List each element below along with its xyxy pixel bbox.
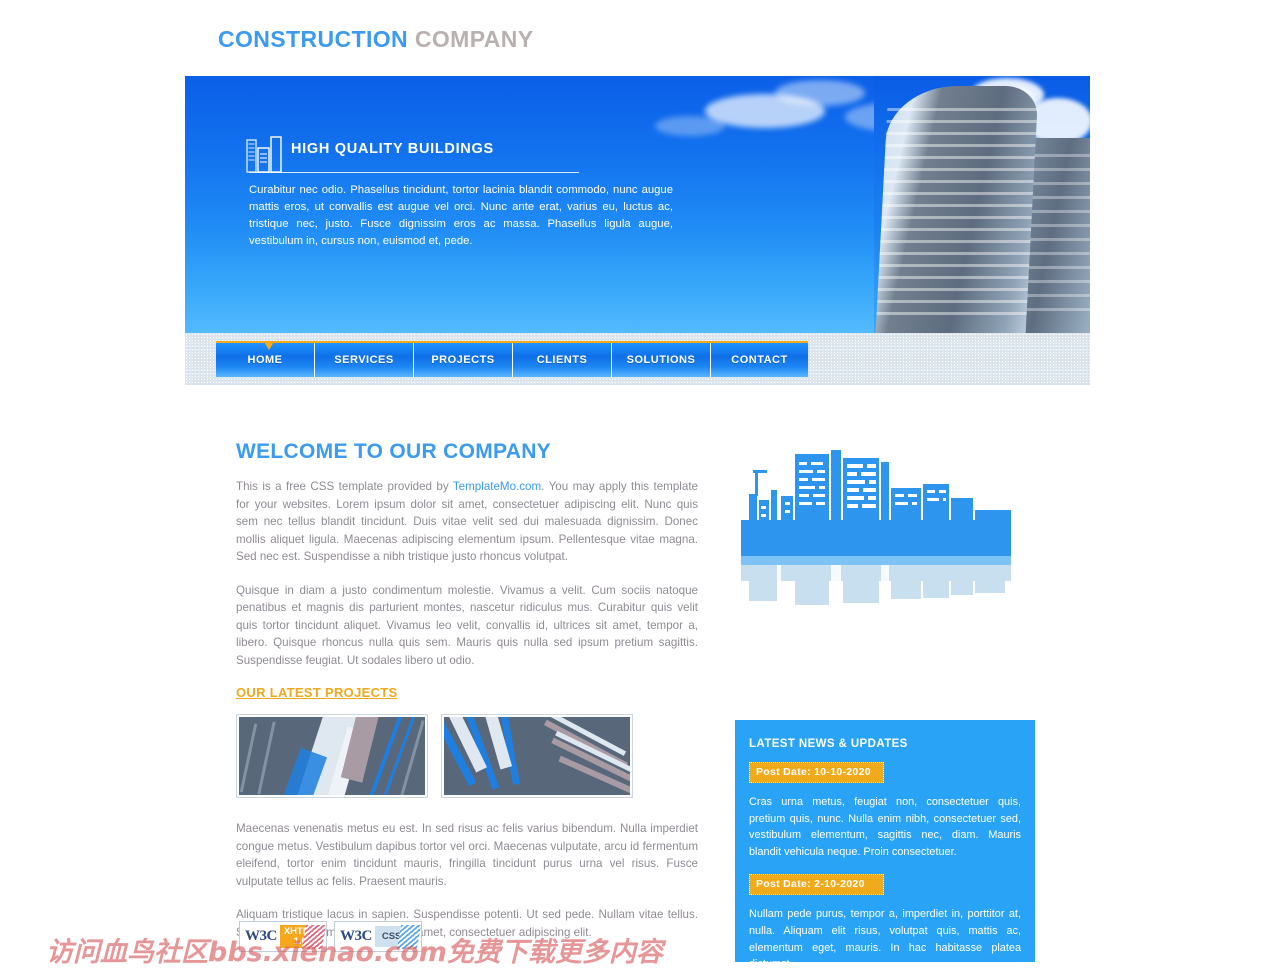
building-icon: [246, 136, 282, 173]
nav-item-solutions[interactable]: SOLUTIONS: [612, 343, 711, 377]
news-item-text-2: Nullam pede purus, tempor a, imperdiet i…: [749, 908, 1021, 971]
project-thumbnail-1-image: [239, 717, 425, 795]
validator-badges: W3C XHTML 1.0 W3C CSS: [239, 921, 422, 952]
intro-paragraph: This is a free CSS template provided by …: [236, 478, 698, 566]
project-thumbnail-1[interactable]: [236, 714, 428, 798]
nav-item-contact[interactable]: CONTACT: [711, 343, 808, 377]
page-title: WELCOME TO OUR COMPANY: [236, 440, 551, 463]
nav-item-projects[interactable]: PROJECTS: [414, 343, 513, 377]
right-column: LATEST NEWS & UPDATES Post Date: 10-10-2…: [735, 440, 1035, 970]
body-paragraph-2: Quisque in diam a justo condimentum mole…: [236, 583, 698, 667]
site-logo[interactable]: CONSTRUCTION COMPANY: [218, 26, 534, 53]
news-item-text-1: Cras urna metus, feugiat non, consectetu…: [749, 796, 1021, 858]
project-thumbnail-2-image: [444, 717, 630, 795]
latest-news-box: LATEST NEWS & UPDATES Post Date: 10-10-2…: [735, 720, 1035, 970]
badge-ribbon-icon: [301, 925, 326, 949]
hero-banner: HIGH QUALITY BUILDINGS Curabitur nec odi…: [185, 76, 1090, 333]
left-column: WELCOME TO OUR COMPANY This is a free CS…: [236, 440, 698, 957]
post-date-badge-1: Post Date: 10-10-2020: [749, 762, 884, 783]
news-box-title: LATEST NEWS & UPDATES: [749, 738, 908, 750]
latest-projects-heading[interactable]: OUR LATEST PROJECTS: [236, 685, 698, 700]
w3c-logo-xhtml: W3C: [245, 928, 277, 944]
nav-item-clients[interactable]: CLIENTS: [513, 343, 612, 377]
post-date-badge-2: Post Date: 2-10-2020: [749, 874, 884, 896]
badge-ribbon-icon: [396, 925, 421, 949]
project-thumbnail-list: [236, 714, 698, 798]
skyscraper-photo: [874, 76, 1090, 333]
city-skyline-icon: [741, 450, 1011, 605]
active-nav-arrow-icon: [264, 342, 274, 350]
banner-divider: [249, 172, 579, 173]
banner-description: Curabitur nec odio. Phasellus tincidunt,…: [249, 184, 673, 247]
logo-primary-text: CONSTRUCTION: [218, 26, 409, 52]
logo-secondary-text: COMPANY: [414, 26, 534, 52]
w3c-xhtml-validator-badge[interactable]: W3C XHTML 1.0: [239, 921, 327, 952]
cloud-decoration: [775, 80, 865, 106]
nav-strip: HOME SERVICES PROJECTS CLIENTS SOLUTIONS…: [185, 333, 1090, 385]
banner-heading: HIGH QUALITY BUILDINGS: [291, 141, 494, 157]
cloud-decoration: [655, 116, 725, 136]
intro-text-before-link: This is a free CSS template provided by: [236, 480, 453, 493]
main-navigation: HOME SERVICES PROJECTS CLIENTS SOLUTIONS…: [216, 341, 808, 377]
templatemo-link[interactable]: TemplateMo.com: [453, 480, 541, 493]
project-thumbnail-2[interactable]: [441, 714, 633, 798]
main-tower: [875, 86, 1039, 333]
nav-item-services[interactable]: SERVICES: [315, 343, 414, 377]
w3c-css-validator-badge[interactable]: W3C CSS: [334, 921, 422, 952]
w3c-logo-css: W3C: [340, 928, 372, 944]
body-paragraph-3: Maecenas venenatis metus eu est. In sed …: [236, 822, 698, 888]
skyline-illustration-wrapper: [735, 440, 1035, 630]
